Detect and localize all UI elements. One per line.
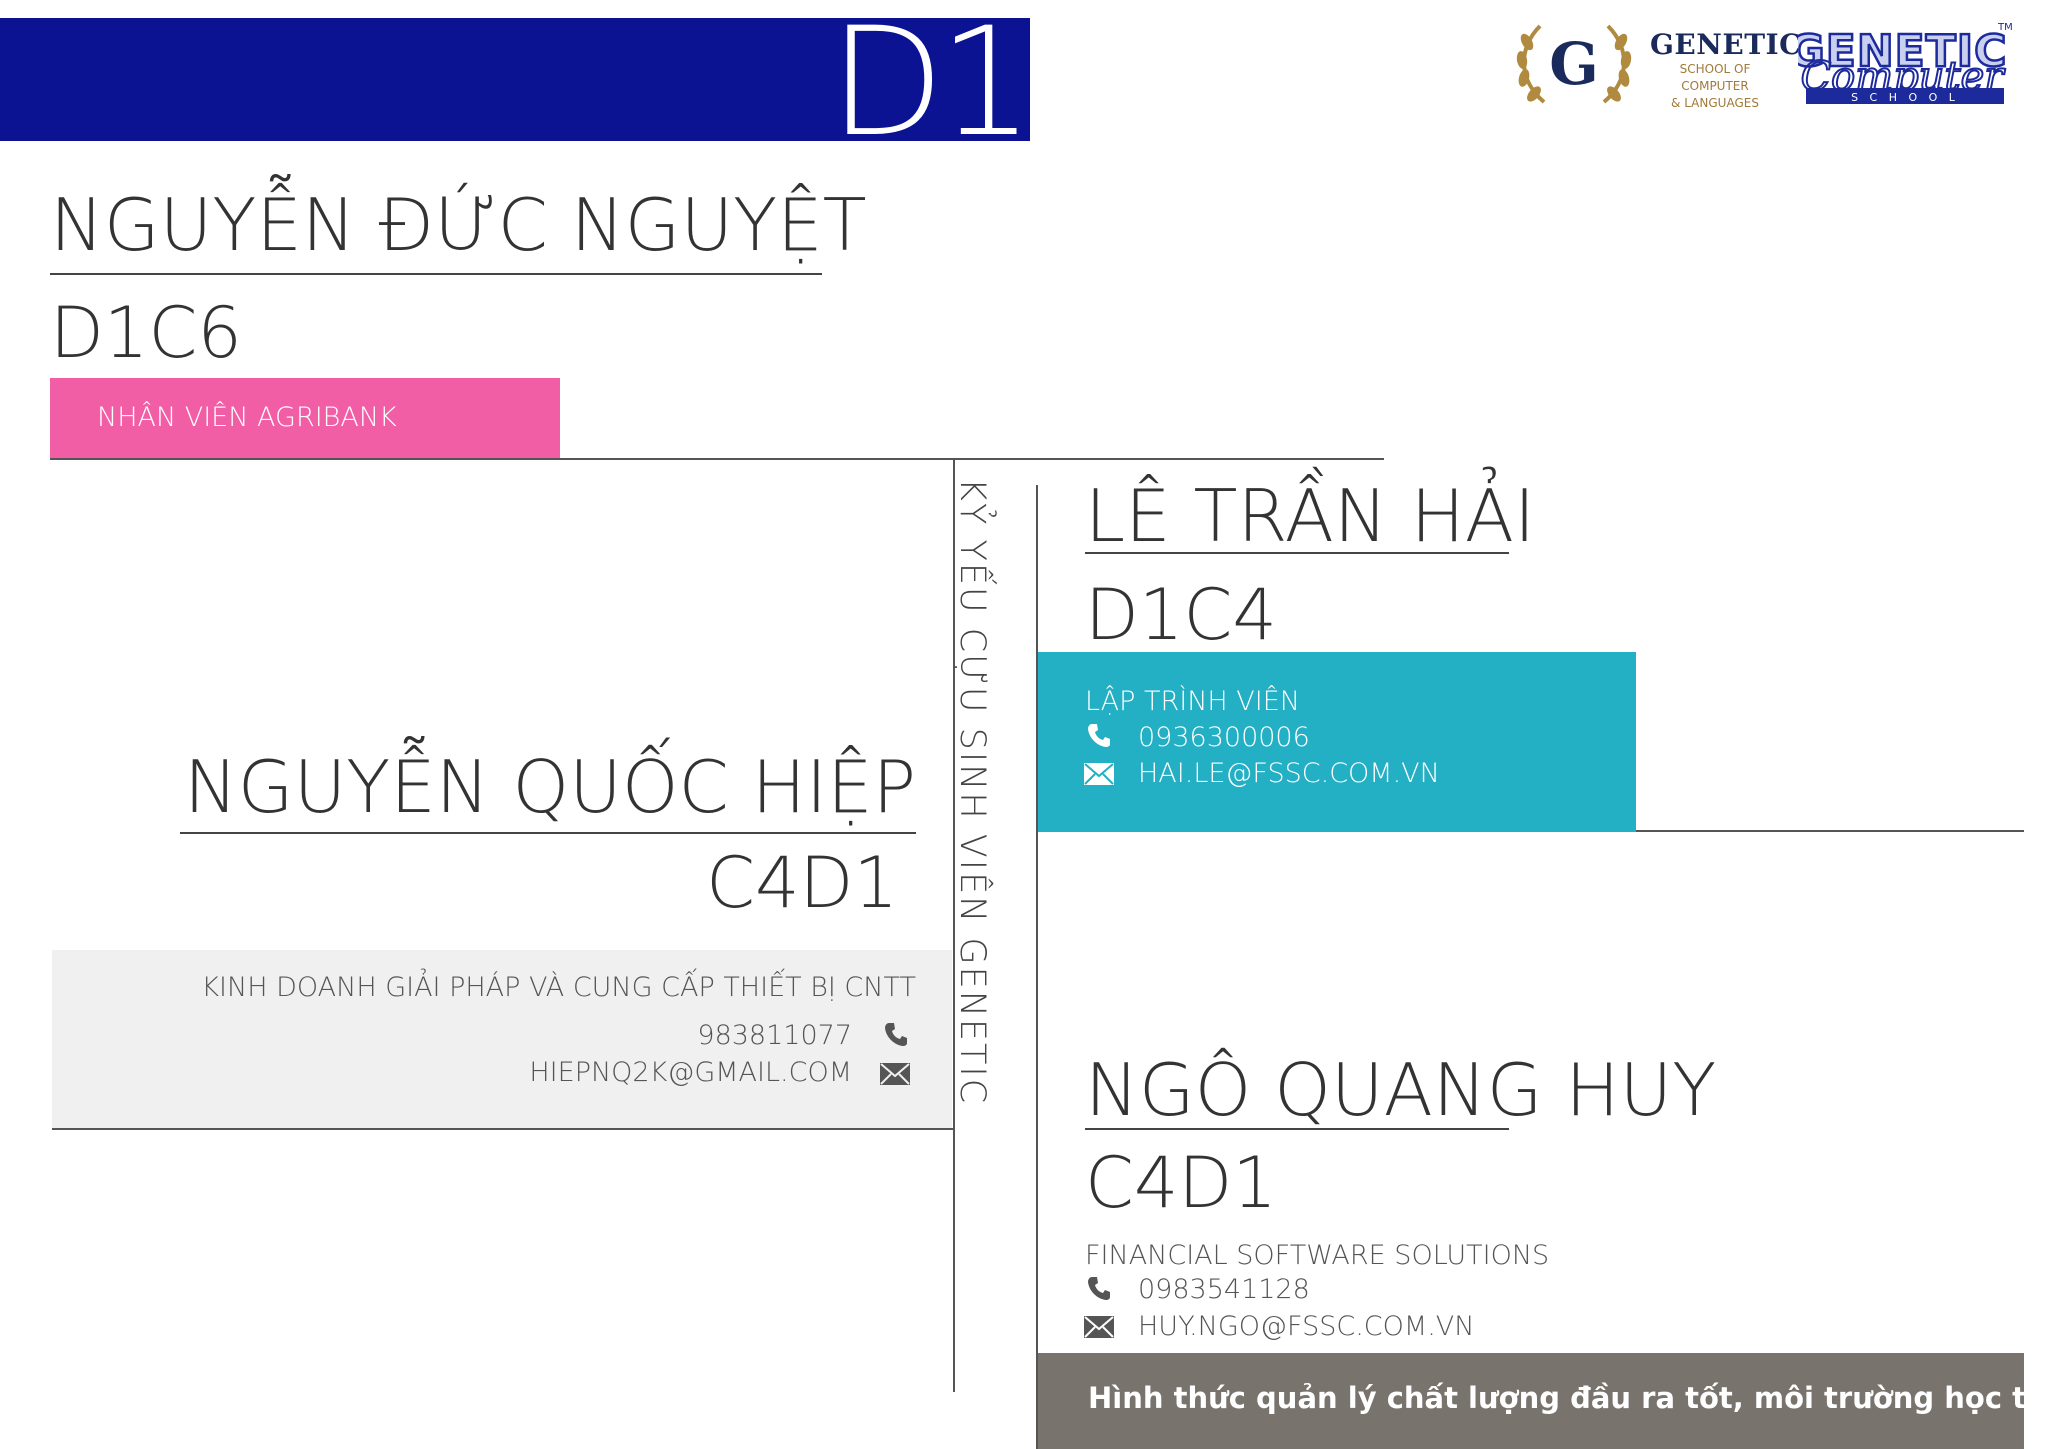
logo-g-letter: G [1549, 30, 1599, 98]
phone-icon [1087, 722, 1111, 748]
profile3-class: D1C4 [1085, 574, 1277, 656]
profile4-job: FINANCIAL SOFTWARE SOLUTIONS [1085, 1240, 1550, 1271]
genetic-laurel-logo: G [1510, 18, 1638, 110]
profile4-class: C4D1 [1085, 1142, 1277, 1224]
genetic-school-logo: GENETIC SCHOOL OF COMPUTER & LANGUAGES [1650, 28, 1802, 110]
center-divider-right [1036, 485, 1038, 1449]
profile1-job: NHÂN VIÊN AGRIBANK [97, 402, 397, 433]
top-banner: D1 [0, 8, 1034, 158]
genetic-logo-sub3: & LANGUAGES [1671, 96, 1759, 110]
profile1-job-box: NHÂN VIÊN AGRIBANK [50, 378, 560, 458]
profile1-class: D1C6 [50, 292, 242, 374]
genetic-logo-sub1: SCHOOL OF [1679, 62, 1751, 76]
profile4-name: NGÔ QUANG HUY [1085, 1048, 1717, 1132]
profile3-phone: 0936300006 [1138, 722, 1310, 753]
vertical-caption-text: KỶ YẾU CỰU SINH VIÊN GENETIC [952, 478, 992, 1106]
profile2-name-underline [180, 832, 916, 834]
phone-icon [884, 1021, 908, 1047]
profile2-job: KINH DOANH GIẢI PHÁP VÀ CUNG CẤP THIẾT B… [201, 972, 916, 1003]
divider-top [50, 458, 1384, 460]
footer-quote-box: Hình thức quản lý chất lượng đầu ra tốt,… [1038, 1353, 2048, 1449]
profile1-name: NGUYỄN ĐỨC NGUYỆT [50, 183, 867, 267]
profile3-email: HAI.LE@FSSC.COM.VN [1138, 758, 1440, 789]
profile2-email: HIEPNQ2K@GMAIL.COM [529, 1057, 852, 1088]
profile3-name-underline [1085, 552, 1509, 554]
phone-icon [1087, 1275, 1111, 1301]
vertical-caption: KỶ YẾU CỰU SINH VIÊN GENETIC [952, 478, 1022, 1105]
profile3-name: LÊ TRẦN HẢI [1085, 474, 1536, 558]
footer-quote: Hình thức quản lý chất lượng đầu ra tốt,… [1088, 1381, 2048, 1415]
profile1-name-underline [50, 273, 822, 275]
banner-label: D1 [829, 0, 1034, 170]
divider-right-mid [1636, 830, 2024, 832]
profile2-name: NGUYỄN QUỐC HIỆP [183, 745, 916, 829]
profile4-phone: 0983541128 [1138, 1274, 1310, 1305]
gc-logo-school: S C H O O L [1851, 91, 1959, 104]
envelope-icon [1084, 1316, 1114, 1338]
envelope-icon [880, 1063, 910, 1085]
profile4-email: HUY.NGO@FSSC.COM.VN [1138, 1311, 1475, 1342]
profile3-info-box: LẬP TRÌNH VIÊN 0936300006 HAI.LE@FSSC.CO… [1038, 652, 1636, 832]
profile3-job: LẬP TRÌNH VIÊN [1085, 686, 1300, 717]
genetic-logo-sub2: COMPUTER [1681, 79, 1749, 93]
divider-left-bottom [52, 1128, 954, 1130]
profile4-name-underline [1085, 1128, 1509, 1130]
profile2-class: C4D1 [706, 842, 898, 924]
genetic-computer-school-logo: GENETIC Computer S C H O O L TM [1787, 16, 2014, 126]
profile2-info-box: KINH DOANH GIẢI PHÁP VÀ CUNG CẤP THIẾT B… [52, 950, 952, 1128]
gc-logo-tm: TM [1997, 22, 2013, 33]
profile2-phone: 983811077 [697, 1020, 852, 1051]
genetic-logo-title: GENETIC [1650, 28, 1802, 61]
envelope-icon [1084, 763, 1114, 785]
